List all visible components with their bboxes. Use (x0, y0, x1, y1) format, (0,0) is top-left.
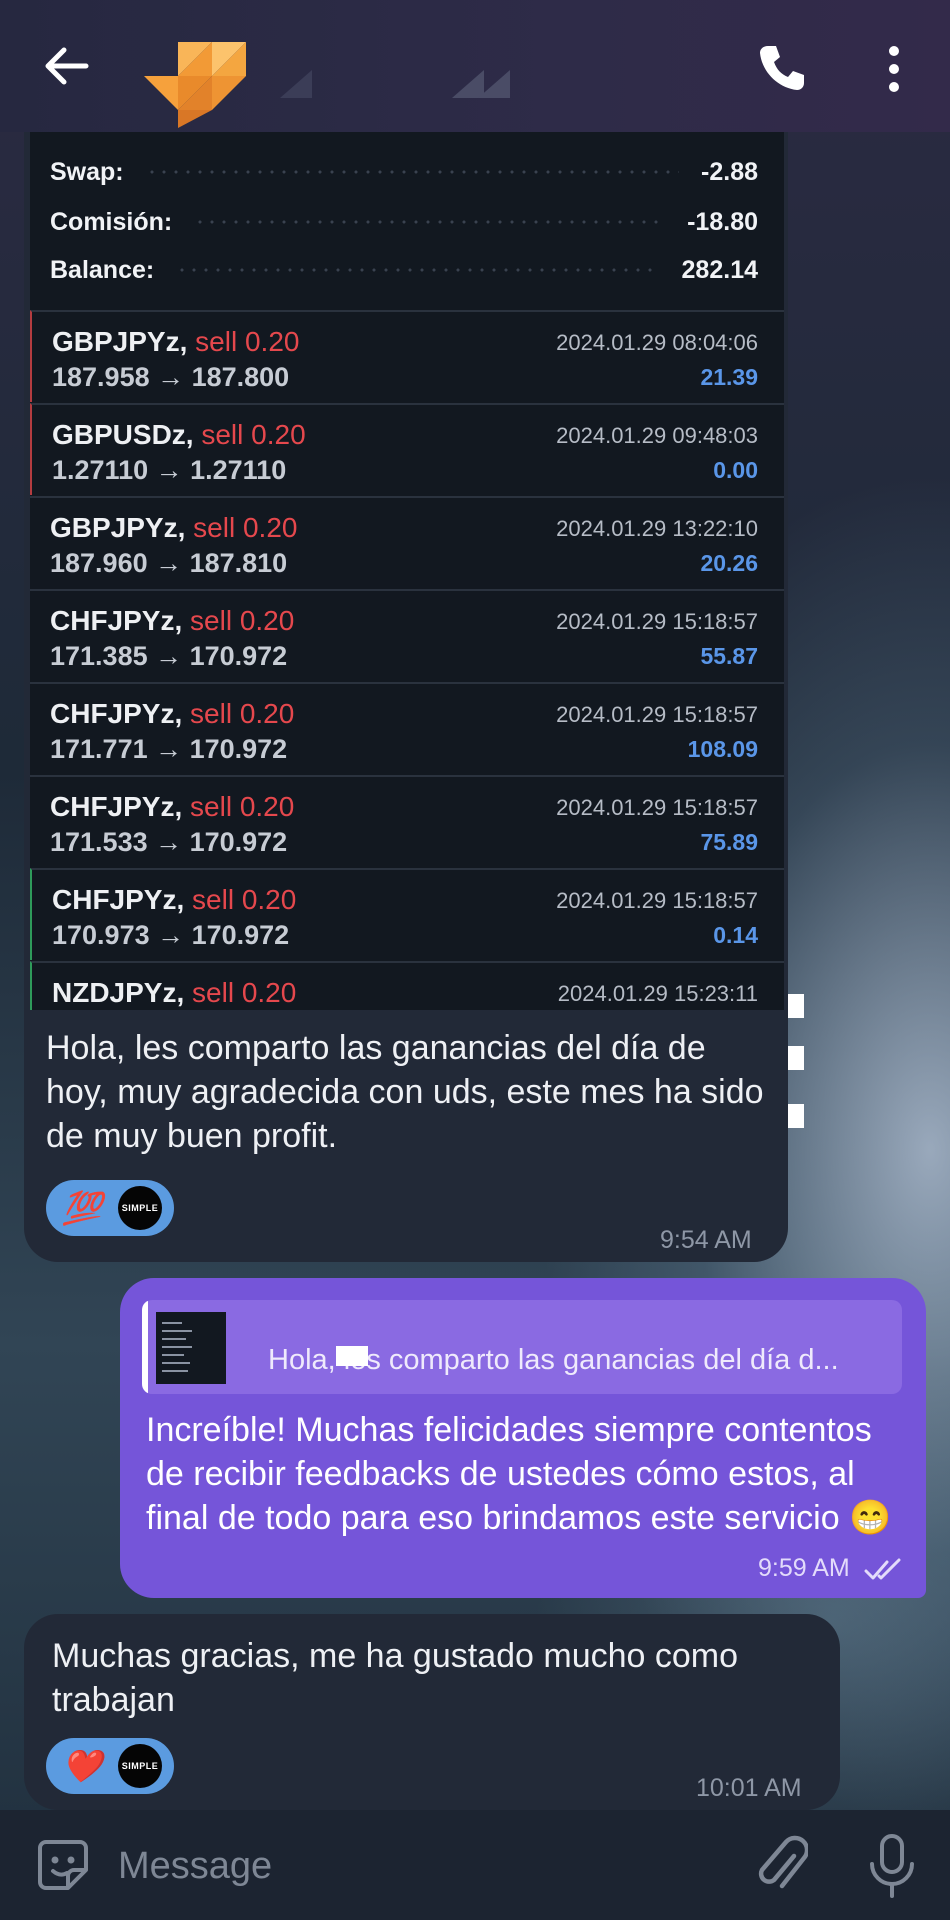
trade-row: NZDJPYz, sell 0.20 2024.01.29 15:23:11 (30, 961, 784, 1010)
trade-date: 2024.01.29 09:48:03 (556, 423, 758, 448)
trade-profit: 0.00 (713, 457, 758, 483)
sticker-icon[interactable] (36, 1838, 90, 1892)
dotted-leader (176, 268, 660, 272)
arrow-left-icon[interactable] (40, 40, 92, 92)
trade-row: CHFJPYz, sell 0.20 171.771 → 170.972 202… (30, 682, 784, 774)
trade-prices: 187.960 → 187.810 (50, 548, 288, 578)
trade-date: 2024.01.29 15:23:11 (557, 981, 758, 1006)
trade-prices: 1.27110 → 1.27110 (52, 455, 287, 485)
summary-label: Comisión: (50, 207, 173, 236)
trade-profit: 20.26 (700, 550, 758, 576)
hundred-points-emoji: 💯 (62, 1190, 102, 1226)
paperclip-icon[interactable] (754, 1834, 808, 1896)
trade-row: CHFJPYz, sell 0.20 170.973 → 170.972 202… (30, 868, 784, 960)
summary-row-swap: Swap: -2.88 (50, 152, 758, 192)
trade-prices: 171.771 → 170.972 (50, 734, 288, 764)
reaction-pill[interactable]: ❤️ SIMPLE (46, 1738, 174, 1794)
message-composer (0, 1810, 950, 1920)
more-vertical-icon[interactable] (876, 44, 912, 94)
incoming-message-bubble[interactable]: Muchas gracias, me ha gustado mucho como… (24, 1614, 840, 1810)
trade-symbol: CHFJPYz, sell 0.20 (50, 698, 295, 729)
trade-symbol: GBPUSDz, sell 0.20 (52, 419, 306, 450)
avatar[interactable]: SIMPLE (118, 1744, 162, 1788)
trade-symbol: GBPJPYz, sell 0.20 (52, 326, 300, 357)
reply-preview[interactable]: Hola, les comparto las ganancias del día… (142, 1300, 902, 1394)
trade-symbol: CHFJPYz, sell 0.20 (50, 605, 295, 636)
outgoing-message-text: Increíble! Muchas felicidades siempre co… (146, 1411, 892, 1537)
dotted-leader (194, 220, 666, 224)
message-time: 10:01 AM (696, 1774, 802, 1802)
chat-header (0, 0, 950, 132)
phone-icon[interactable] (754, 40, 810, 96)
message-time: 9:54 AM (660, 1226, 752, 1254)
trade-prices: 171.533 → 170.972 (50, 827, 288, 857)
trade-row: CHFJPYz, sell 0.20 171.533 → 170.972 202… (30, 775, 784, 867)
trade-date: 2024.01.29 15:18:57 (556, 795, 758, 820)
message-time: 9:59 AM (758, 1554, 850, 1582)
trade-symbol: NZDJPYz, sell 0.20 (52, 977, 297, 1008)
trade-date: 2024.01.29 15:18:57 (556, 609, 758, 634)
trade-profit: 55.87 (700, 643, 758, 669)
trade-history-screenshot[interactable]: Swap: -2.88 Comisión: -18.80 Balance: 28… (30, 132, 784, 1010)
summary-row-commission: Comisión: -18.80 (50, 202, 758, 242)
summary-row-balance: Balance: 282.14 (50, 250, 758, 290)
trade-profit: 0.14 (713, 922, 758, 948)
trade-symbol: CHFJPYz, sell 0.20 (52, 884, 297, 915)
avatar[interactable]: SIMPLE (118, 1186, 162, 1230)
trade-prices: 187.958 → 187.800 (52, 362, 290, 392)
trade-date: 2024.01.29 13:22:10 (556, 516, 758, 541)
trade-date: 2024.01.29 08:04:06 (556, 330, 758, 355)
summary-value: -2.88 (701, 157, 758, 186)
trade-row: CHFJPYz, sell 0.20 171.385 → 170.972 202… (30, 589, 784, 681)
incoming-message-text: Hola, les comparto las ganancias del día… (46, 1029, 764, 1155)
redaction-mark (336, 1346, 368, 1366)
trade-date: 2024.01.29 15:18:57 (556, 888, 758, 913)
microphone-icon[interactable] (868, 1834, 916, 1898)
trade-prices: 171.385 → 170.972 (50, 641, 288, 671)
red-heart-emoji: ❤️ (62, 1748, 102, 1784)
trade-symbol: CHFJPYz, sell 0.20 (50, 791, 295, 822)
summary-label: Swap: (50, 157, 124, 186)
reply-thumbnail (156, 1312, 226, 1384)
trade-profit: 21.39 (700, 364, 758, 390)
trade-symbol: GBPJPYz, sell 0.20 (50, 512, 298, 543)
orange-arrow-logo[interactable] (138, 26, 248, 130)
trade-row: GBPUSDz, sell 0.20 1.27110 → 1.27110 202… (30, 403, 784, 495)
summary-value: -18.80 (687, 207, 758, 236)
message-input[interactable] (116, 1840, 680, 1892)
trade-profit: 108.09 (687, 736, 758, 762)
incoming-message-text: Muchas gracias, me ha gustado mucho como… (52, 1637, 739, 1719)
trade-date: 2024.01.29 15:18:57 (556, 702, 758, 727)
trade-row: GBPJPYz, sell 0.20 187.958 → 187.800 202… (30, 310, 784, 402)
summary-label: Balance: (50, 255, 155, 284)
dotted-leader (145, 170, 680, 174)
trade-prices: 170.973 → 170.972 (52, 920, 290, 950)
trade-profit: 75.89 (700, 829, 758, 855)
trade-row: GBPJPYz, sell 0.20 187.960 → 187.810 202… (30, 496, 784, 588)
reply-accent-bar (142, 1300, 148, 1394)
outgoing-message-bubble[interactable]: Hola, les comparto las ganancias del día… (120, 1278, 926, 1598)
double-check-icon (864, 1558, 901, 1580)
reaction-pill[interactable]: 💯 SIMPLE (46, 1180, 174, 1236)
redacted-name-mosaic (280, 70, 510, 98)
summary-value: 282.14 (681, 255, 758, 284)
